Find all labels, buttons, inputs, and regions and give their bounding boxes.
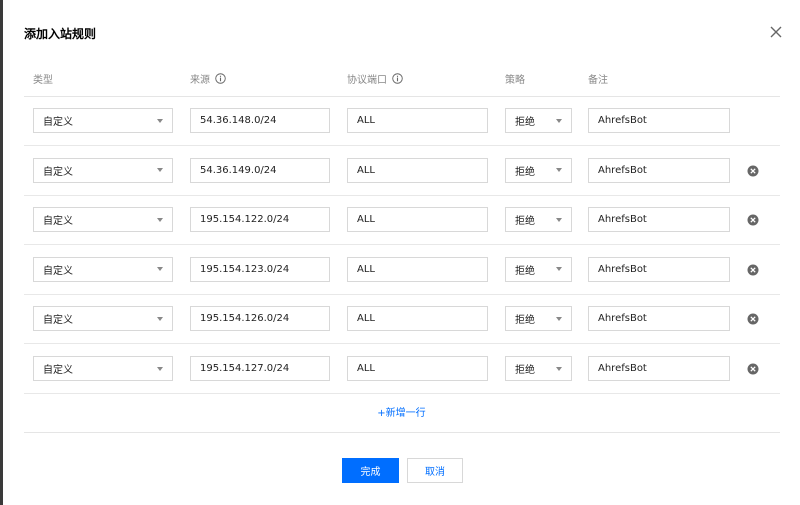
type-select[interactable]: 自定义	[33, 157, 173, 183]
rule-row: 自定义 54.36.149.0/24 ALL 拒绝 AhrefsBot	[24, 146, 780, 196]
policy-select-value: 拒绝	[515, 216, 535, 228]
note-input[interactable]: AhrefsBot	[588, 108, 730, 133]
header-note: 备注	[588, 75, 608, 86]
note-input[interactable]: AhrefsBot	[588, 256, 730, 282]
chevron-down-icon	[157, 217, 163, 222]
policy-select-value: 拒绝	[515, 315, 535, 327]
type-select[interactable]: 自定义	[33, 356, 173, 381]
type-select-value: 自定义	[43, 365, 73, 376]
table-header: 类型 来源 协议端口 策略 备注	[24, 60, 780, 97]
footer-divider	[24, 432, 780, 433]
type-select[interactable]: 自定义	[33, 207, 173, 233]
note-input-value: AhrefsBot	[598, 115, 647, 126]
rule-row: 自定义 195.154.123.0/24 ALL 拒绝 AhrefsBot	[24, 245, 780, 295]
chevron-down-icon	[157, 118, 163, 123]
note-input-value: AhrefsBot	[598, 313, 647, 325]
chevron-down-icon	[157, 168, 163, 173]
policy-select[interactable]: 拒绝	[505, 108, 572, 133]
policy-select-value: 拒绝	[515, 365, 535, 376]
note-input-value: AhrefsBot	[598, 263, 647, 275]
source-input-value: 195.154.127.0/24	[200, 363, 290, 374]
source-input-value: 54.36.149.0/24	[200, 164, 277, 176]
source-input[interactable]: 195.154.122.0/24	[190, 207, 330, 233]
chevron-down-icon	[157, 267, 163, 272]
note-input[interactable]: AhrefsBot	[588, 207, 730, 233]
note-input[interactable]: AhrefsBot	[588, 157, 730, 183]
type-select-value: 自定义	[43, 166, 73, 178]
chevron-down-icon	[556, 168, 562, 173]
policy-select-value: 拒绝	[515, 166, 535, 178]
port-input-value: ALL	[357, 164, 375, 176]
source-input[interactable]: 195.154.126.0/24	[190, 306, 330, 332]
chevron-down-icon	[556, 118, 562, 123]
note-input-value: AhrefsBot	[598, 363, 647, 374]
source-input[interactable]: 54.36.148.0/24	[190, 108, 330, 133]
port-input-value: ALL	[357, 313, 375, 325]
port-input[interactable]: ALL	[347, 157, 488, 183]
port-input-value: ALL	[357, 115, 375, 126]
header-port: 协议端口	[347, 71, 403, 86]
rule-row: 自定义 54.36.148.0/24 ALL 拒绝 AhrefsBot	[24, 96, 780, 146]
policy-select[interactable]: 拒绝	[505, 356, 572, 381]
chevron-down-icon	[157, 366, 163, 371]
source-input-value: 54.36.148.0/24	[200, 115, 277, 126]
source-input-value: 195.154.126.0/24	[200, 313, 290, 325]
add-row-link[interactable]: +新增一行	[3, 404, 800, 419]
delete-row-icon[interactable]	[747, 363, 759, 375]
port-input[interactable]: ALL	[347, 306, 488, 332]
port-input-value: ALL	[357, 214, 375, 226]
chevron-down-icon	[556, 316, 562, 321]
source-input-value: 195.154.122.0/24	[200, 214, 290, 226]
ok-button[interactable]: 完成	[342, 458, 399, 483]
type-select[interactable]: 自定义	[33, 256, 173, 282]
delete-row-icon[interactable]	[747, 313, 759, 325]
dialog-title: 添加入站规则	[24, 27, 97, 41]
close-button[interactable]	[766, 22, 786, 42]
source-input[interactable]: 195.154.127.0/24	[190, 356, 330, 381]
policy-select[interactable]: 拒绝	[505, 157, 572, 183]
header-policy: 策略	[505, 75, 525, 86]
type-select-value: 自定义	[43, 265, 73, 277]
port-input[interactable]: ALL	[347, 356, 488, 381]
rule-row: 自定义 195.154.122.0/24 ALL 拒绝 AhrefsBot	[24, 195, 780, 246]
type-select[interactable]: 自定义	[33, 306, 173, 332]
note-input[interactable]: AhrefsBot	[588, 306, 730, 332]
chevron-down-icon	[556, 366, 562, 371]
info-icon[interactable]	[215, 73, 226, 84]
info-icon[interactable]	[392, 73, 403, 84]
policy-select[interactable]: 拒绝	[505, 207, 572, 233]
port-input[interactable]: ALL	[347, 207, 488, 233]
delete-row-icon[interactable]	[747, 264, 759, 276]
close-icon	[770, 26, 782, 38]
rule-row: 自定义 195.154.127.0/24 ALL 拒绝 AhrefsBot	[24, 344, 780, 394]
note-input[interactable]: AhrefsBot	[588, 356, 730, 381]
type-select-value: 自定义	[43, 117, 73, 128]
policy-select-value: 拒绝	[515, 117, 535, 128]
header-type: 类型	[33, 75, 53, 86]
cancel-button[interactable]: 取消	[407, 458, 463, 483]
note-input-value: AhrefsBot	[598, 214, 647, 226]
source-input[interactable]: 54.36.149.0/24	[190, 157, 330, 183]
port-input[interactable]: ALL	[347, 108, 488, 133]
policy-select[interactable]: 拒绝	[505, 256, 572, 282]
delete-row-icon[interactable]	[747, 214, 759, 226]
port-input[interactable]: ALL	[347, 256, 488, 282]
port-input-value: ALL	[357, 363, 375, 374]
source-input-value: 195.154.123.0/24	[200, 263, 290, 275]
type-select[interactable]: 自定义	[33, 108, 173, 133]
rule-row: 自定义 195.154.126.0/24 ALL 拒绝 AhrefsBot	[24, 294, 780, 345]
chevron-down-icon	[556, 217, 562, 222]
chevron-down-icon	[556, 267, 562, 272]
type-select-value: 自定义	[43, 216, 73, 228]
source-input[interactable]: 195.154.123.0/24	[190, 256, 330, 282]
port-input-value: ALL	[357, 263, 375, 275]
policy-select[interactable]: 拒绝	[505, 306, 572, 332]
chevron-down-icon	[157, 316, 163, 321]
note-input-value: AhrefsBot	[598, 164, 647, 176]
delete-row-icon[interactable]	[747, 165, 759, 177]
add-inbound-rule-dialog: 添加入站规则 类型 来源 协议端口 策略 备注 自定义 54.36.148.0/2…	[3, 0, 800, 505]
policy-select-value: 拒绝	[515, 265, 535, 277]
header-source: 来源	[190, 71, 226, 86]
type-select-value: 自定义	[43, 315, 73, 327]
